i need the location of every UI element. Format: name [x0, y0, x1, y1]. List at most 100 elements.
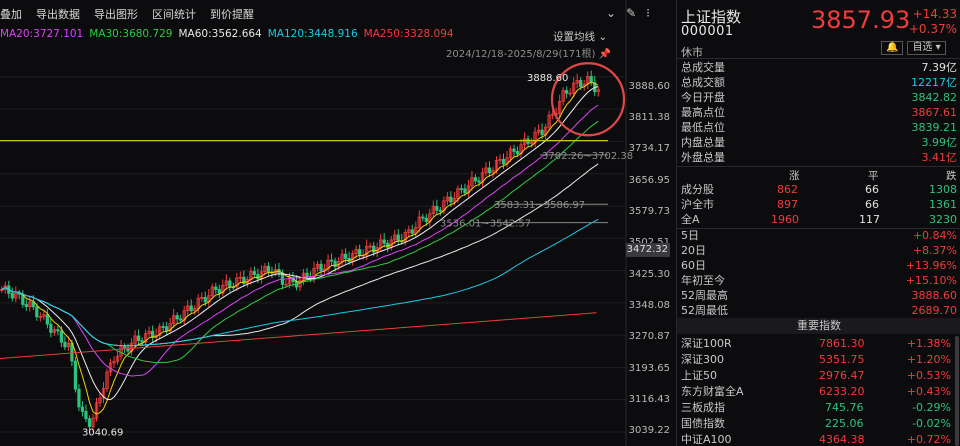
index-row[interactable]: 上证50 2976.47 +0.53%: [681, 368, 951, 384]
candle-body: [280, 272, 285, 285]
toolbar-export-data[interactable]: 导出数据: [36, 6, 80, 22]
candle-body: [179, 318, 183, 321]
candle-body: [214, 286, 218, 290]
candle-body: [396, 234, 400, 242]
candle-body: [565, 90, 569, 94]
candle-body: [319, 263, 323, 271]
price-tick: 3039.22: [628, 425, 670, 436]
candle-body: [329, 259, 334, 262]
candle-body: [256, 274, 260, 280]
price-tick: 3348.08: [628, 300, 670, 311]
candle-body: [252, 271, 257, 275]
candle-body: [410, 229, 414, 234]
index-row[interactable]: 深证100R 7861.30 +1.38%: [681, 336, 951, 352]
collapse-icon[interactable]: ⌄: [606, 6, 616, 20]
bell-icon[interactable]: 🔔: [881, 41, 904, 55]
candle-body: [421, 216, 425, 219]
pin-icon[interactable]: 📌: [599, 49, 611, 60]
stat-high: 最高点位 3867.61: [681, 106, 957, 119]
index-row[interactable]: 中证A100 4364.38 +0.72%: [681, 432, 951, 446]
price-change-pct: +0.37%: [908, 22, 957, 36]
toolbar-overlay[interactable]: 叠加: [0, 6, 22, 22]
current-price-label: 3472.32: [626, 243, 670, 257]
period-row: 52周最低 2689.70: [681, 304, 957, 317]
range-annotation: 3536.01~3542.57: [440, 219, 531, 230]
candle-body: [203, 297, 207, 303]
candle-body: [358, 249, 362, 256]
high-annotation: 3888.60: [527, 73, 568, 84]
index-row[interactable]: 深证300 5351.75 +1.20%: [681, 352, 951, 368]
candle-body: [63, 341, 67, 348]
ma20-label: MA20:3727.101: [0, 28, 84, 40]
candle-body: [459, 188, 464, 191]
candle-body: [56, 329, 60, 332]
period-row: 60日 +13.96%: [681, 259, 957, 272]
candle-body: [84, 410, 88, 420]
ma250-label: MA250:3328.094: [363, 28, 454, 40]
candle-body: [579, 80, 583, 88]
ma10-line: [1, 86, 599, 401]
price-tick: 3193.65: [628, 363, 670, 374]
last-price: 3857.93: [811, 6, 911, 34]
ma-settings-button[interactable]: 设置均线 ⌄: [553, 29, 607, 44]
divider: [677, 58, 960, 59]
price-tick: 3116.43: [628, 394, 670, 405]
ma30-line: [1, 120, 599, 364]
candle-body: [228, 280, 232, 288]
index-row[interactable]: 东方财富全A 6233.20 +0.43%: [681, 384, 951, 400]
stat-amount: 总成交额 12217亿: [681, 76, 957, 89]
date-range: 2024/12/18-2025/8/29(171根) 📌: [446, 49, 612, 60]
candle-body: [266, 265, 271, 273]
stat-low: 最低点位 3839.21: [681, 121, 957, 134]
advance-row: 沪全市 897 66 1361: [681, 198, 957, 211]
price-tick: 3811.38: [628, 112, 670, 123]
stat-volume: 总成交量 7.39亿: [681, 61, 957, 74]
candle-body: [140, 340, 144, 343]
period-row: 52周最高 3888.60: [681, 289, 957, 302]
stat-inner: 内盘总量 3.99亿: [681, 136, 957, 149]
period-row: 5日 +0.84%: [681, 229, 957, 242]
candle-body: [463, 188, 467, 194]
advance-row: 成分股 862 66 1308: [681, 183, 957, 196]
candle-body: [35, 306, 39, 318]
add-watchlist-button[interactable]: 自选 ▾: [907, 41, 946, 55]
kline-chart[interactable]: 3888.60 3040.69 3702.26~3702.38 3583.31~358…: [0, 0, 676, 446]
stat-outer: 外盘总量 3.41亿: [681, 151, 957, 164]
candle-body: [589, 76, 593, 83]
candle-body: [515, 151, 520, 155]
chart-toolbar: 叠加 导出数据 导出图形 区间统计 到价提醒: [0, 0, 668, 28]
ma-legend: MA20:3727.101 MA30:3680.729 MA60:3562.66…: [0, 28, 460, 42]
toolbar-price-alert[interactable]: 到价提醒: [210, 6, 254, 22]
toolbar-range-stats[interactable]: 区间统计: [152, 6, 196, 22]
ma60-label: MA60:3562.664: [178, 28, 262, 40]
candle-body: [59, 330, 64, 343]
candle-body: [424, 217, 428, 222]
stat-open: 今日开盘 3842.82: [681, 91, 957, 104]
index-code: 000001: [681, 24, 734, 39]
ma30-label: MA30:3680.729: [89, 28, 173, 40]
index-row[interactable]: 国债指数 225.06 -0.02%: [681, 416, 951, 432]
candle-body: [217, 289, 221, 294]
candle-body: [512, 148, 516, 152]
candle-body: [473, 177, 478, 182]
candle-body: [386, 242, 390, 248]
candle-body: [477, 180, 481, 183]
price-tick: 3579.73: [628, 206, 670, 217]
candle-body: [175, 315, 179, 320]
price-change: +14.33: [912, 7, 957, 21]
price-axis: 3888.60 3811.38 3734.17 3656.95 3579.73 …: [626, 0, 670, 446]
indices-scrollbar[interactable]: [955, 336, 959, 446]
candle-body: [189, 305, 193, 312]
ma5-line: [1, 81, 599, 415]
candle-body: [161, 326, 165, 328]
candle-body: [73, 360, 78, 390]
ma60-line: [1, 163, 599, 347]
candle-body: [136, 335, 141, 342]
toolbar-export-chart[interactable]: 导出图形: [94, 6, 138, 22]
period-row: 20日 +8.37%: [681, 244, 957, 257]
period-row: 年初至今 +15.10%: [681, 274, 957, 287]
candle-body: [87, 418, 92, 427]
candle-body: [77, 388, 81, 408]
candle-body: [449, 196, 453, 203]
index-row[interactable]: 三板成指 745.76 -0.29%: [681, 400, 951, 416]
